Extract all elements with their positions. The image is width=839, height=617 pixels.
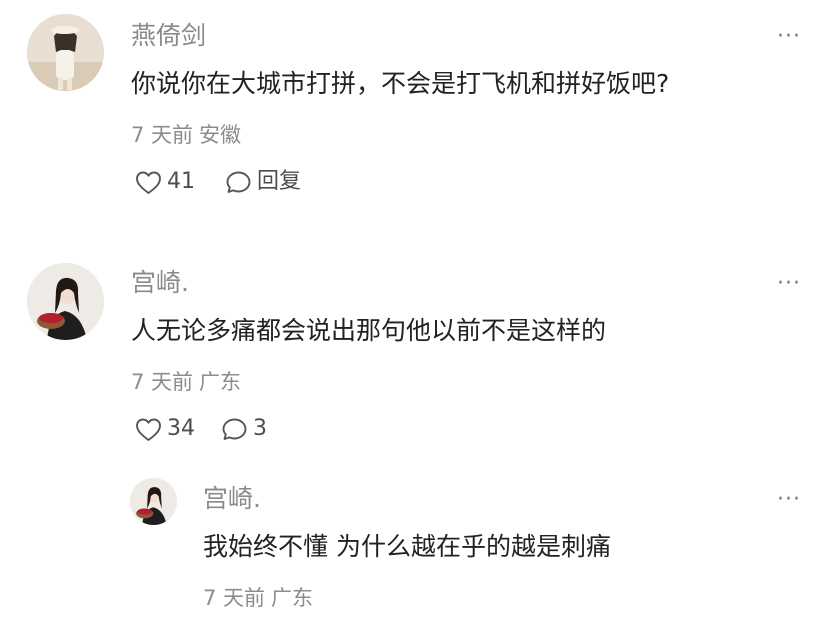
comment-author[interactable]: 燕倚剑 xyxy=(131,21,206,51)
comment-actions: 34 3 xyxy=(135,416,267,442)
avatar[interactable] xyxy=(27,14,104,91)
avatar-image xyxy=(130,478,177,525)
heart-icon xyxy=(136,171,161,194)
like-button[interactable]: 41 xyxy=(135,169,195,195)
like-count: 34 xyxy=(167,416,195,441)
reply-button[interactable]: 回复 xyxy=(225,169,301,195)
comment-actions: 41 回复 xyxy=(135,169,301,195)
more-options-icon[interactable]: ··· xyxy=(777,489,801,511)
reply-button[interactable]: 3 xyxy=(221,416,267,442)
avatar-image xyxy=(27,14,104,91)
avatar-image xyxy=(27,263,104,340)
comment-location: 广东 xyxy=(199,370,242,394)
reply-location: 广东 xyxy=(271,586,314,610)
reply-time: 7 天前 xyxy=(203,586,266,610)
like-count: 41 xyxy=(167,169,195,194)
comment-bubble-icon xyxy=(226,171,251,193)
more-options-icon[interactable]: ··· xyxy=(777,273,801,295)
heart-icon xyxy=(136,418,161,441)
like-button[interactable]: 34 xyxy=(135,416,195,442)
comment-time: 7 天前 xyxy=(131,370,194,394)
avatar[interactable] xyxy=(27,263,104,340)
comment-time: 7 天前 xyxy=(131,123,194,147)
comment-location: 安徽 xyxy=(199,123,242,147)
comment-text: 你说你在大城市打拼，不会是打飞机和拼好饭吧? xyxy=(131,69,670,98)
comment-bubble-icon xyxy=(222,418,247,440)
reply-meta: 7 天前 广东 xyxy=(203,585,319,611)
comment-author[interactable]: 宫崎. xyxy=(131,268,189,298)
reply-avatar[interactable] xyxy=(130,478,177,525)
reply-author[interactable]: 宫崎. xyxy=(203,484,261,514)
comment-meta: 7 天前 广东 xyxy=(131,369,247,395)
more-options-icon[interactable]: ··· xyxy=(777,26,801,48)
reply-label: 回复 xyxy=(257,169,302,194)
reply-text: 我始终不懂 为什么越在乎的越是刺痛 xyxy=(203,532,611,561)
comment-text: 人无论多痛都会说出那句他以前不是这样的 xyxy=(131,316,607,345)
reply-count: 3 xyxy=(253,416,267,441)
comment-meta: 7 天前 安徽 xyxy=(131,122,247,148)
